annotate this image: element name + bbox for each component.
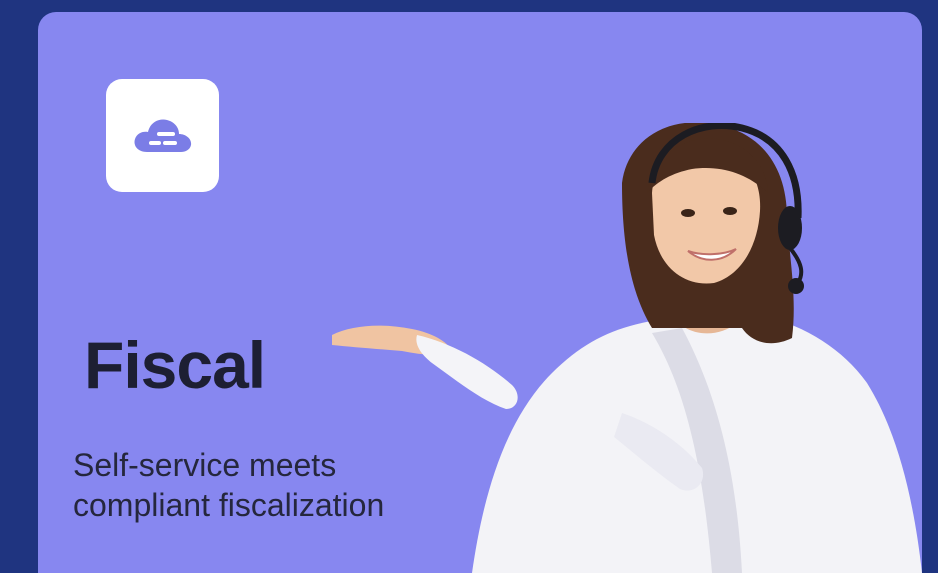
- fiscal-promo-card[interactable]: Fiscal Self-service meets compliant fisc…: [38, 12, 922, 573]
- left-forearm: [416, 335, 518, 409]
- left-eye: [681, 209, 695, 217]
- mic-tip: [788, 278, 804, 294]
- support-agent-photo: [332, 123, 922, 573]
- headset-earpiece: [778, 206, 802, 250]
- card-title: Fiscal: [84, 328, 266, 402]
- right-eye: [723, 207, 737, 215]
- app-icon-tile: [106, 79, 219, 192]
- cloud-icon: [134, 119, 191, 152]
